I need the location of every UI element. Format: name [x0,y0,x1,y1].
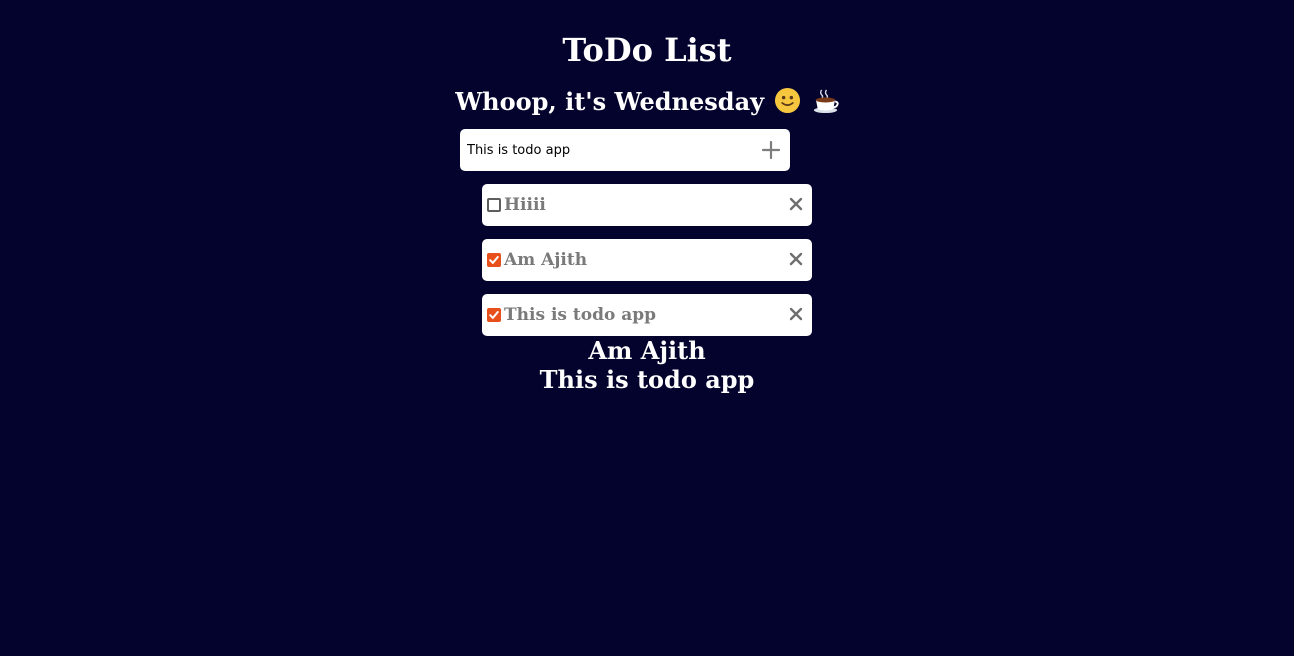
hot-beverage-icon [813,89,839,114]
page-title: ToDo List [562,31,732,69]
todo-item-text: Am Ajith [504,250,588,270]
completed-list: Am Ajith This is todo app [0,336,1294,394]
todo-item-text: Hiiii [504,195,546,215]
todo-item: Hiiii [482,184,812,226]
greeting-text: Whoop, it's Wednesday [455,87,765,116]
close-icon[interactable] [789,307,803,321]
completed-item: This is todo app [539,365,755,394]
todo-item: Am Ajith [482,239,812,281]
todo-checkbox[interactable] [487,253,501,267]
new-todo-input[interactable] [460,129,740,171]
close-icon[interactable] [789,197,803,211]
todo-checkbox[interactable] [487,308,501,322]
plus-icon[interactable] [760,139,782,161]
close-icon[interactable] [789,252,803,266]
new-todo-form [460,129,790,171]
completed-item: Am Ajith [588,336,706,365]
day-greeting: Whoop, it's Wednesday [0,86,1294,118]
todo-item: This is todo app [482,294,812,336]
todo-checkbox[interactable] [487,198,501,212]
todo-item-text: This is todo app [504,305,657,325]
smiling-face-icon [775,87,801,114]
